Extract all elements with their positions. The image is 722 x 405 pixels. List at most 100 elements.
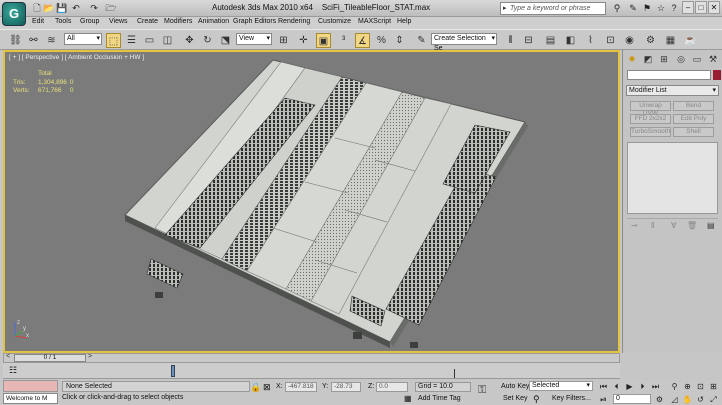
spinner-snap-icon[interactable]: ⇕ [392, 33, 407, 48]
key-filters-button[interactable]: Key Filters... [552, 395, 591, 402]
show-end-result-icon[interactable]: ‖ [651, 221, 654, 230]
add-time-tag-button[interactable]: ▦ Add Time Tag [400, 394, 471, 404]
selection-filter-dropdown[interactable]: All [64, 33, 102, 45]
configure-modifier-sets-icon[interactable]: ▤ [707, 221, 715, 230]
help-icon[interactable]: ? [668, 2, 680, 14]
keyboard-shortcut-override-icon[interactable]: ▣ [316, 33, 331, 48]
zoom-all-icon[interactable]: ⊕ [682, 381, 693, 392]
create-tab-icon[interactable]: ✸ [625, 53, 639, 66]
modifier-list-dropdown[interactable]: Modifier List [626, 85, 719, 96]
shell-button[interactable]: Shell [673, 127, 714, 137]
manipulate-icon[interactable]: ✛ [296, 33, 311, 48]
set-key-mode-icon[interactable]: ⚿ [478, 384, 486, 397]
auto-key-button[interactable]: Auto Key [501, 383, 529, 390]
open-file-icon[interactable]: 📂 [43, 2, 55, 14]
display-tab-icon[interactable]: ▭ [690, 53, 704, 66]
zoom-extents-icon[interactable]: ⊡ [695, 381, 706, 392]
named-selection-dropdown[interactable]: Create Selection Se [431, 33, 497, 52]
select-by-name-icon[interactable]: ☰ [124, 33, 139, 48]
hierarchy-tab-icon[interactable]: ⊞ [657, 53, 671, 66]
percent-snap-icon[interactable]: % [374, 33, 389, 48]
previous-frame-icon[interactable]: ⏴ [611, 381, 622, 392]
rectangular-selection-icon[interactable]: ▭ [142, 33, 157, 48]
menu-help[interactable]: Help [397, 18, 411, 25]
maximize-viewport-icon[interactable]: ⤢ [708, 394, 719, 405]
zoom-extents-all-icon[interactable]: ⊞ [708, 381, 719, 392]
perspective-viewport[interactable]: [ + ] [ Perspective ] [ Ambient Occlusio… [3, 50, 620, 353]
rotate-icon[interactable]: ↻ [200, 33, 215, 48]
undo-icon[interactable]: ↶ [70, 2, 82, 14]
pin-stack-icon[interactable]: ⊸ [631, 221, 638, 230]
menu-tools[interactable]: Tools [55, 18, 71, 25]
align-icon[interactable]: ⊟ [521, 33, 536, 48]
save-file-icon[interactable]: 💾 [56, 2, 68, 14]
edit-named-selection-icon[interactable]: ✎ [414, 33, 429, 48]
x-coord-field[interactable]: -467.818 [285, 382, 317, 392]
search-input[interactable]: Type a keyword or phrase [500, 2, 606, 15]
maximize-button[interactable]: □ [695, 1, 707, 14]
menu-customize[interactable]: Customize [318, 18, 351, 25]
menu-rendering[interactable]: Rendering [278, 18, 310, 25]
go-to-start-icon[interactable]: ⏮ [598, 381, 609, 392]
menu-maxscript[interactable]: MAXScript [358, 18, 391, 25]
track-bar-key-marker[interactable] [171, 365, 175, 377]
new-file-icon[interactable]: 🗋 [31, 2, 43, 14]
maxscript-listener-output[interactable]: Welcome to M [3, 393, 58, 404]
zoom-icon[interactable]: ⚲ [669, 381, 680, 392]
select-and-link-icon[interactable]: ⛓ [8, 33, 23, 48]
graphite-tools-icon[interactable]: ◧ [563, 33, 578, 48]
turbosmooth-button[interactable]: TurboSmooth [630, 127, 671, 137]
communication-icon[interactable]: ⚑ [641, 2, 653, 14]
time-configuration-icon[interactable]: ⚙ [654, 394, 665, 405]
set-key-button[interactable]: Set Key [503, 395, 528, 402]
field-of-view-icon[interactable]: ◿ [669, 394, 680, 405]
motion-tab-icon[interactable]: ◎ [674, 53, 688, 66]
move-icon[interactable]: ✥ [182, 33, 197, 48]
y-coord-field[interactable]: -28.73 [331, 382, 361, 392]
scifi-floor-model[interactable] [5, 52, 618, 351]
render-setup-icon[interactable]: ⚙ [643, 33, 658, 48]
lock-selection-icon[interactable]: 🔒 [250, 382, 261, 393]
rendered-frame-window-icon[interactable]: ▦ [663, 33, 678, 48]
pivot-point-icon[interactable]: ⊞ [276, 33, 291, 48]
modifier-stack[interactable] [627, 142, 718, 214]
time-prev-arrow[interactable]: < [6, 353, 10, 360]
curve-editor-icon[interactable]: ⌇ [583, 33, 598, 48]
schematic-view-icon[interactable]: ⊡ [603, 33, 618, 48]
snaps-toggle-icon[interactable]: ³ [336, 33, 351, 48]
menu-modifiers[interactable]: Modifiers [164, 18, 192, 25]
application-button[interactable]: G [2, 2, 26, 26]
unlink-icon[interactable]: ⚯ [26, 33, 41, 48]
window-crossing-icon[interactable]: ◫ [160, 33, 175, 48]
bend-button[interactable]: Bend [673, 101, 714, 111]
menu-edit[interactable]: Edit [32, 18, 44, 25]
select-object-icon[interactable]: ⬚ [106, 33, 121, 48]
scale-icon[interactable]: ⬔ [218, 33, 233, 48]
maxscript-mini-listener[interactable] [3, 380, 58, 392]
orbit-icon[interactable]: ↺ [695, 394, 706, 405]
object-color-swatch[interactable] [713, 70, 721, 80]
minimize-button[interactable]: – [682, 1, 694, 14]
go-to-end-icon[interactable]: ⏭ [650, 381, 661, 392]
favorites-star-icon[interactable]: ☆ [655, 2, 667, 14]
menu-views[interactable]: Views [109, 18, 128, 25]
play-icon[interactable]: ▶ [624, 381, 635, 392]
close-button[interactable]: ✕ [708, 1, 720, 14]
key-filters-icon[interactable]: ⚲ [533, 394, 540, 405]
project-folder-icon[interactable]: 🗁 [105, 2, 117, 14]
material-editor-icon[interactable]: ◉ [622, 33, 637, 48]
menu-create[interactable]: Create [137, 18, 158, 25]
next-frame-icon[interactable]: ⏵ [637, 381, 648, 392]
utilities-tab-icon[interactable]: ⚒ [706, 53, 720, 66]
time-slider-thumb[interactable]: 0 / 1 [14, 354, 86, 362]
menu-graph-editors[interactable]: Graph Editors [233, 18, 276, 25]
menu-group[interactable]: Group [80, 18, 99, 25]
subscription-icon[interactable]: ✎ [627, 2, 639, 14]
unwrap-uvw-button[interactable]: Unwrap UVW [630, 101, 671, 117]
binoculars-icon[interactable]: ⚲ [611, 2, 623, 14]
angle-snap-icon[interactable]: ∡ [355, 33, 370, 48]
key-selection-dropdown[interactable]: Selected ▾ [529, 381, 593, 391]
ffd-button[interactable]: FFD 2x2x2 [630, 114, 671, 124]
time-next-arrow[interactable]: > [88, 353, 92, 360]
modify-tab-icon[interactable]: ◩ [641, 53, 655, 66]
